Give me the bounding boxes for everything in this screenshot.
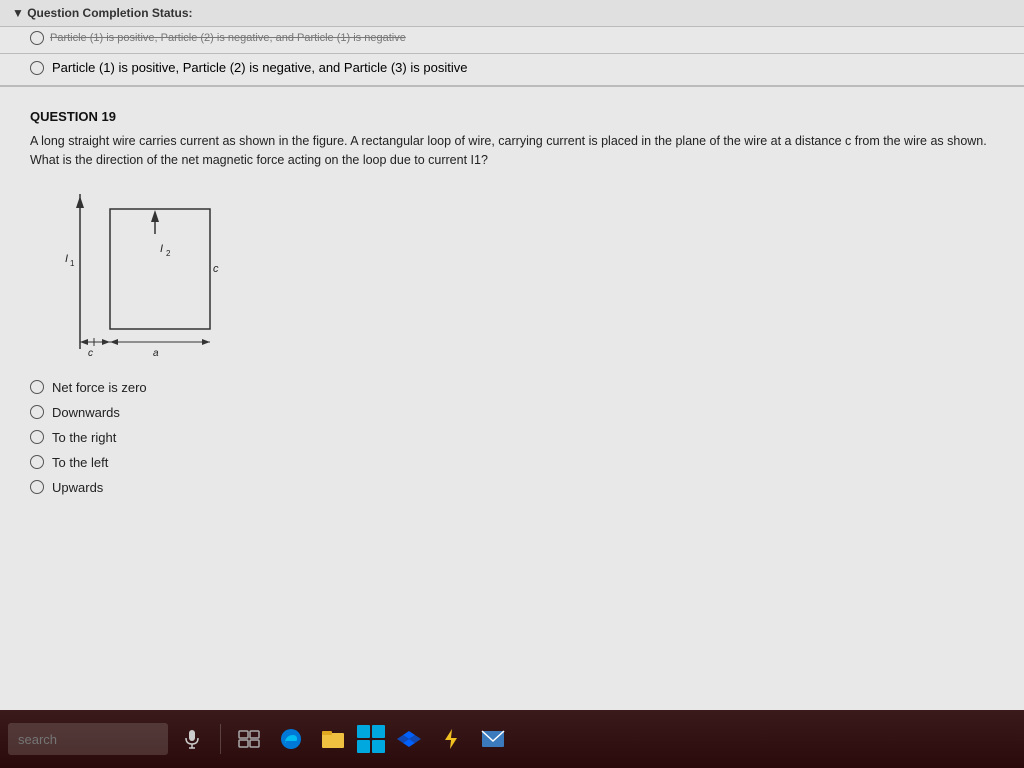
radio-net-force-zero[interactable] <box>30 380 44 394</box>
prev-answer-text: Particle (1) is positive, Particle (2) i… <box>50 32 406 44</box>
svg-text:c: c <box>88 348 93 359</box>
option-upwards-label: Upwards <box>52 480 103 495</box>
explorer-icon[interactable] <box>315 721 351 757</box>
radio-to-the-right[interactable] <box>30 430 44 444</box>
taskbar-sep1 <box>220 724 221 754</box>
svg-text:1: 1 <box>70 259 75 268</box>
radio-upwards[interactable] <box>30 480 44 494</box>
main-content: ▼ Question Completion Status: Particle (… <box>0 0 1024 710</box>
search-input[interactable] <box>8 723 168 755</box>
particle-radio[interactable] <box>30 61 44 75</box>
taskbar <box>0 710 1024 768</box>
particle-option-text: Particle (1) is positive, Particle (2) i… <box>52 60 467 75</box>
option-net-force-zero-label: Net force is zero <box>52 380 147 395</box>
particle-option-row[interactable]: Particle (1) is positive, Particle (2) i… <box>0 54 1024 86</box>
svg-text:I: I <box>65 253 68 265</box>
question-number: QUESTION 19 <box>30 109 994 124</box>
dropbox-icon[interactable] <box>391 721 427 757</box>
taskview-icon[interactable] <box>231 721 267 757</box>
answer-options: Net force is zero Downwards To the right… <box>30 375 994 500</box>
divider <box>0 86 1024 87</box>
figure-container: I 1 I 2 c c <box>50 184 270 359</box>
question-text: A long straight wire carries current as … <box>30 132 994 170</box>
option-net-force-zero[interactable]: Net force is zero <box>30 375 994 400</box>
mail-icon[interactable] <box>475 721 511 757</box>
svg-text:c: c <box>213 263 219 275</box>
question-section: QUESTION 19 A long straight wire carries… <box>0 97 1024 512</box>
windows-icon[interactable] <box>357 725 385 753</box>
option-to-the-left[interactable]: To the left <box>30 450 994 475</box>
radio-downwards[interactable] <box>30 405 44 419</box>
svg-text:I: I <box>160 243 163 255</box>
status-bar-label: ▼ Question Completion Status: <box>12 6 193 20</box>
radio-to-the-left[interactable] <box>30 455 44 469</box>
option-downwards[interactable]: Downwards <box>30 400 994 425</box>
previous-answer-row: Particle (1) is positive, Particle (2) i… <box>0 27 1024 54</box>
figure-svg: I 1 I 2 c c <box>50 184 270 359</box>
svg-text:2: 2 <box>166 249 171 258</box>
option-downwards-label: Downwards <box>52 405 120 420</box>
bolt-icon[interactable] <box>433 721 469 757</box>
option-to-the-right-label: To the right <box>52 430 116 445</box>
question-completion-status: ▼ Question Completion Status: <box>0 0 1024 27</box>
option-to-the-left-label: To the left <box>52 455 108 470</box>
option-upwards[interactable]: Upwards <box>30 475 994 500</box>
svg-text:a: a <box>153 348 159 359</box>
option-to-the-right[interactable]: To the right <box>30 425 994 450</box>
prev-radio <box>30 31 44 45</box>
mic-icon[interactable] <box>174 721 210 757</box>
edge-icon[interactable] <box>273 721 309 757</box>
